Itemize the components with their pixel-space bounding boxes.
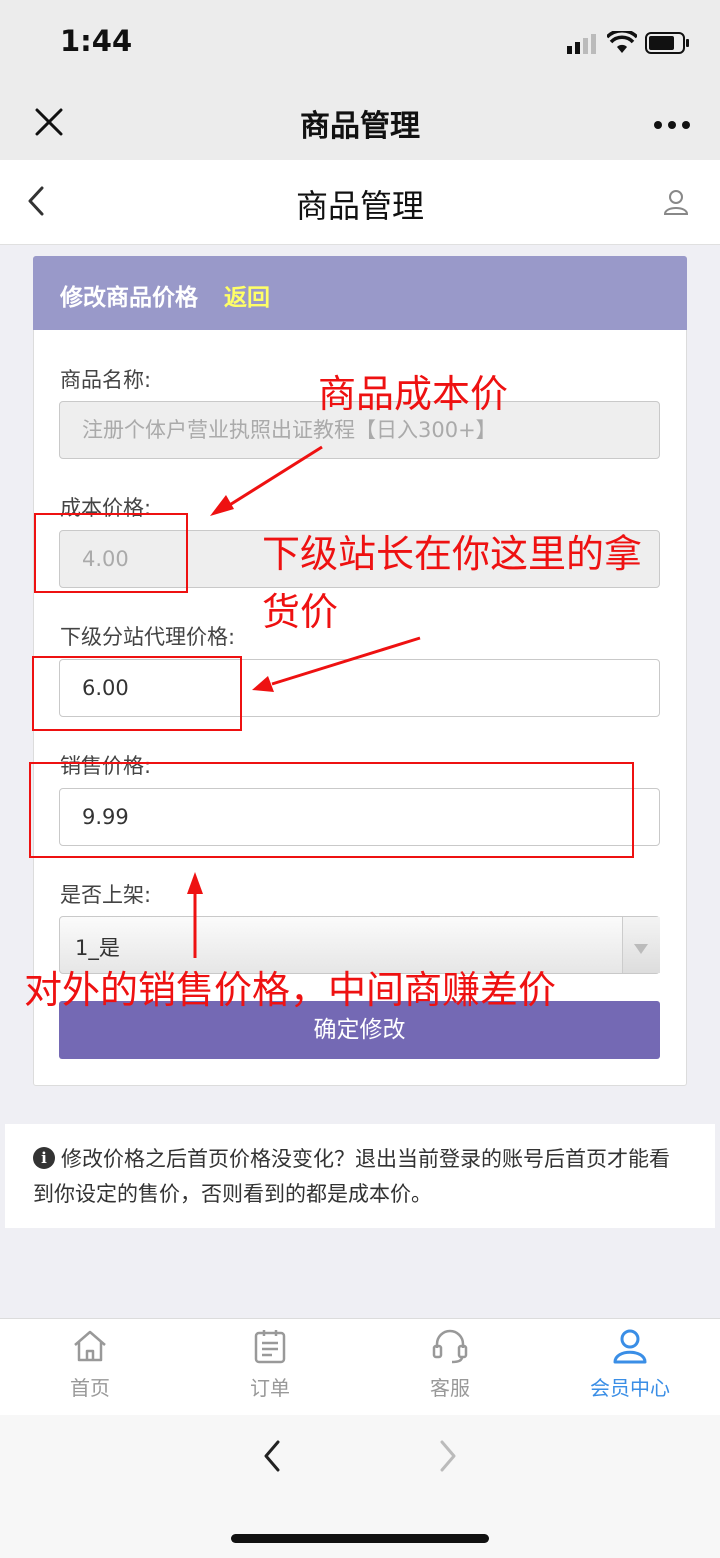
tip-text: 修改价格之后首页价格没变化？退出当前登录的账号后首页才能看到你设定的售价，否则看… <box>33 1147 670 1206</box>
tab-label: 首页 <box>70 1376 110 1400</box>
annotation-arrows <box>187 445 421 958</box>
annotation-arrow-cost <box>227 445 323 508</box>
annotation-arrowhead-agent <box>252 676 274 692</box>
home-icon <box>74 1330 106 1362</box>
home-indicator <box>231 1534 489 1543</box>
tab-member[interactable]: 会员中心 <box>540 1318 720 1414</box>
tab-label: 客服 <box>430 1376 470 1400</box>
tab-orders[interactable]: 订单 <box>180 1318 360 1414</box>
tab-label: 订单 <box>250 1376 290 1400</box>
nav-forward-icon[interactable] <box>438 1440 458 1472</box>
annotation-arrowhead-sale <box>187 872 203 894</box>
headset-icon <box>432 1329 468 1364</box>
annotation-arrow-agent <box>271 636 421 686</box>
member-icon <box>613 1329 647 1364</box>
tab-label: 会员中心 <box>590 1376 670 1400</box>
annotation-arrowhead-cost <box>210 495 234 516</box>
nav-back-icon[interactable] <box>262 1440 282 1472</box>
order-icon <box>254 1330 286 1364</box>
tab-home[interactable]: 首页 <box>0 1318 180 1414</box>
tab-service[interactable]: 客服 <box>360 1318 540 1414</box>
